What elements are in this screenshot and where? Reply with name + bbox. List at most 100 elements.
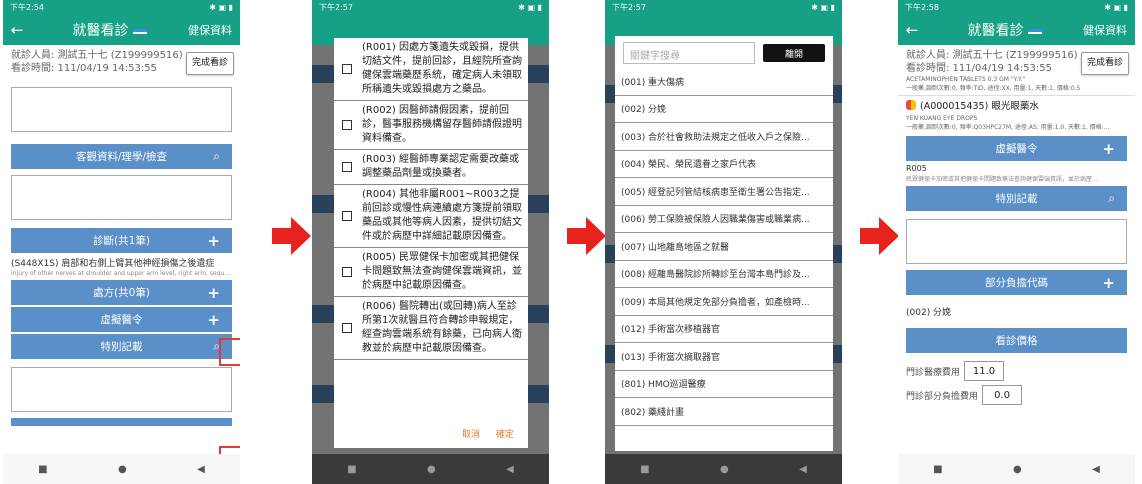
checkbox[interactable] xyxy=(342,162,352,172)
recent-apps-icon[interactable]: ■ xyxy=(347,464,356,475)
nav-back-icon[interactable]: ◀ xyxy=(1092,464,1100,475)
copay-code-item[interactable]: (004) 榮民、榮民遺眷之家戶代表 xyxy=(615,151,833,178)
checkbox[interactable] xyxy=(342,267,352,277)
copay-section-header-partial[interactable] xyxy=(11,418,232,426)
special-note-section-header[interactable]: 特別記載 ⌕ xyxy=(11,334,232,359)
visit-info: 就診人員: 測試五十七 (Z199999516) 看診時間: 111/04/19… xyxy=(3,45,240,75)
cancel-button[interactable]: 取消 xyxy=(462,427,480,440)
drug-item[interactable]: (A000015435) 眼光眼藥水 xyxy=(898,96,1135,114)
reason-option-text: (R006) 醫院轉出(或回轉)病人至診所第1次就醫且符合轉診申報規定，經查詢雲… xyxy=(362,301,522,354)
copay-code-item[interactable]: (002) 分娩 xyxy=(615,96,833,123)
objective-textarea[interactable] xyxy=(11,175,232,220)
copay-fee-field[interactable]: 0.0 xyxy=(982,385,1023,405)
checkbox[interactable] xyxy=(342,64,352,74)
keyword-search-input[interactable]: 關鍵字搜尋 xyxy=(623,42,755,64)
finish-visit-button[interactable]: 完成看診 xyxy=(185,52,234,75)
copay-code-picker: 關鍵字搜尋 離開 (001) 重大傷病 (002) 分娩 (003) 合於社會救助法… xyxy=(615,36,833,451)
add-icon[interactable]: + xyxy=(1102,140,1115,158)
prescription-section-header[interactable]: 處方(共0筆) + xyxy=(11,280,232,305)
copay-code-item[interactable]: (013) 手術當次摘取器官 xyxy=(615,343,833,371)
nav-back-icon[interactable]: ◀ xyxy=(197,464,205,475)
diagnosis-section-header[interactable]: 診斷(共1筆) + xyxy=(11,228,232,253)
diagnosis-label: 診斷(共1筆) xyxy=(93,235,150,247)
add-icon[interactable]: + xyxy=(1102,274,1115,292)
nav-back-icon[interactable]: ◀ xyxy=(506,464,514,475)
recent-apps-icon[interactable]: ■ xyxy=(640,464,649,475)
reason-option-text: (R001) 因處方箋遺失或毀損，提供切結文件，提前回診，且經院所查詢健保雲端藥… xyxy=(362,42,522,95)
outpatient-fee-field[interactable]: 11.0 xyxy=(964,361,1005,381)
copay-code-item[interactable]: (003) 合於社會救助法規定之低收入戶之保險... xyxy=(615,123,833,151)
prescription-label: 處方(共0筆) xyxy=(93,287,150,299)
status-icons: ✱ ▣ ▮ xyxy=(1104,3,1128,12)
add-virtual-order-icon[interactable]: + xyxy=(207,311,220,329)
reason-option-text: (R005) 民眾健保卡加密或其把健保卡問題致無法查詢健保雲端資訊，並於病歷中記… xyxy=(362,252,522,291)
virtual-order-section-header[interactable]: 虛擬醫令 + xyxy=(11,307,232,332)
back-arrow-icon[interactable]: ← xyxy=(898,21,926,39)
checkbox[interactable] xyxy=(342,211,352,221)
drug-item-name[interactable]: ACETAMINOPHEN TABLETS 0.3 GM "Y.Y." xyxy=(898,75,1135,84)
visit-info: 就診人員: 測試五十七 (Z199999516) 看診時間: 111/04/19… xyxy=(898,45,1135,75)
add-icon[interactable]: + xyxy=(207,284,220,302)
health-data-link[interactable]: 健保資料 xyxy=(188,22,240,38)
android-nav-bar: ■ ● ◀ xyxy=(605,454,842,484)
copay-code-item[interactable]: (802) 藥綫計畫 xyxy=(615,398,833,426)
copay-code-item[interactable]: (008) 經離島醫院診所轉診至台灣本島門診及... xyxy=(615,261,833,288)
status-icons: ✱ ▣ ▮ xyxy=(209,3,233,12)
copay-fee-row: 門診部分負擔費用 0.0 xyxy=(898,383,1135,407)
close-button[interactable]: 離開 xyxy=(763,44,825,62)
health-data-link[interactable]: 健保資料 xyxy=(1083,22,1135,38)
copay-code-label: 部分負擔代碼 xyxy=(985,277,1048,289)
special-note-textarea[interactable] xyxy=(906,219,1127,264)
special-note-textarea[interactable] xyxy=(11,367,232,412)
home-icon[interactable]: ● xyxy=(118,464,127,475)
subjective-textarea[interactable] xyxy=(11,87,232,132)
copay-code-section-header[interactable]: 部分負擔代碼 + xyxy=(906,270,1127,295)
reason-option[interactable]: (R001) 因處方箋遺失或毀損，提供切結文件，提前回診，且經院所查詢健保雲端藥… xyxy=(334,38,528,101)
virtual-order-section-header[interactable]: 虛擬醫令 + xyxy=(906,136,1127,161)
search-row: 關鍵字搜尋 離開 xyxy=(615,36,833,68)
special-note-section-header[interactable]: 特別記載 ⌕ xyxy=(906,186,1127,211)
nav-back-icon[interactable]: ◀ xyxy=(799,464,807,475)
home-icon[interactable]: ● xyxy=(720,464,729,475)
reason-option[interactable]: (R006) 醫院轉出(或回轉)病人至診所第1次就醫且符合轉診申報規定，經查詢雲… xyxy=(334,297,528,360)
diagnosis-item[interactable]: (S448X1S) 肩部和右側上臂其他神經損傷之後遺症 xyxy=(3,253,240,269)
status-time: 下午2:57 xyxy=(612,3,646,12)
reason-option-text: (R003) 經醫師專業認定需要改藥或調整藥品劑量或換藥者。 xyxy=(362,154,520,179)
home-icon[interactable]: ● xyxy=(1013,464,1022,475)
copay-code-item[interactable]: (001) 重大傷病 xyxy=(615,68,833,96)
search-icon[interactable]: ⌕ xyxy=(213,149,220,164)
search-icon[interactable]: ⌕ xyxy=(1108,191,1115,206)
reason-option[interactable]: (R003) 經醫師專業認定需要改藥或調整藥品劑量或換藥者。 xyxy=(334,150,528,185)
finish-visit-button[interactable]: 完成看診 xyxy=(1080,52,1129,75)
reason-option[interactable]: (R004) 其他非屬R001~R003之提前回診或慢性病連續處方箋提前領取藥品… xyxy=(334,185,528,248)
screen-3: 下午2:57 ✱ ▣ ▮ 關鍵字搜尋 離開 (001) 重大傷病 (002) 分娩(… xyxy=(605,0,842,484)
pill-icon xyxy=(906,100,916,110)
view-price-label: 看診價格 xyxy=(995,335,1038,347)
copay-code-item[interactable]: (007) 山地離島地區之就醫 xyxy=(615,233,833,261)
status-icons: ✱ ▣ ▮ xyxy=(518,3,542,12)
copay-code-value[interactable]: (002) 分娩 xyxy=(898,295,1135,328)
view-price-section-header[interactable]: 看診價格 xyxy=(906,328,1127,353)
copay-code-item[interactable]: (005) 經登記列管結核病患至衛生署公告指定... xyxy=(615,178,833,206)
virtual-order-code[interactable]: R005 xyxy=(898,161,1135,173)
status-bar: 下午2:54 ✱ ▣ ▮ xyxy=(3,0,240,15)
checkbox[interactable] xyxy=(342,323,352,333)
copay-code-item[interactable]: (801) HMO巡迴醫療 xyxy=(615,371,833,398)
copay-code-item[interactable]: (006) 勞工保險被保險人因職業傷害或職業病... xyxy=(615,206,833,233)
confirm-button[interactable]: 確定 xyxy=(496,427,514,440)
status-bar: 下午2:57 ✱ ▣ ▮ xyxy=(312,0,549,15)
app-title: 就醫看診 xyxy=(31,20,188,40)
checkbox[interactable] xyxy=(342,120,352,130)
objective-section-header[interactable]: 客觀資料/理學/檢查 ⌕ xyxy=(11,144,232,169)
reason-option[interactable]: (R005) 民眾健保卡加密或其把健保卡問題致無法查詢健保雲端資訊，並於病歷中記… xyxy=(334,248,528,297)
home-icon[interactable]: ● xyxy=(427,464,436,475)
diagnosis-english: Injury of other nerves at shoulder and u… xyxy=(11,270,231,277)
back-arrow-icon[interactable]: ← xyxy=(3,21,31,39)
copay-code-item[interactable]: (009) 本局其他規定免部分負擔者，如產檢時... xyxy=(615,288,833,316)
reason-option[interactable]: (R002) 因醫師請假因素，提前回診，醫事服務機構留存醫師請假證明資料備查。 xyxy=(334,101,528,150)
add-icon[interactable]: + xyxy=(207,232,220,250)
virtual-order-desc: 民眾健保卡加密或其把健保卡問題致無法查詢健保雲端資訊，並於病歷... xyxy=(906,176,1098,183)
recent-apps-icon[interactable]: ■ xyxy=(933,464,942,475)
recent-apps-icon[interactable]: ■ xyxy=(38,464,47,475)
copay-code-item[interactable]: (012) 手術當次移植器官 xyxy=(615,316,833,343)
